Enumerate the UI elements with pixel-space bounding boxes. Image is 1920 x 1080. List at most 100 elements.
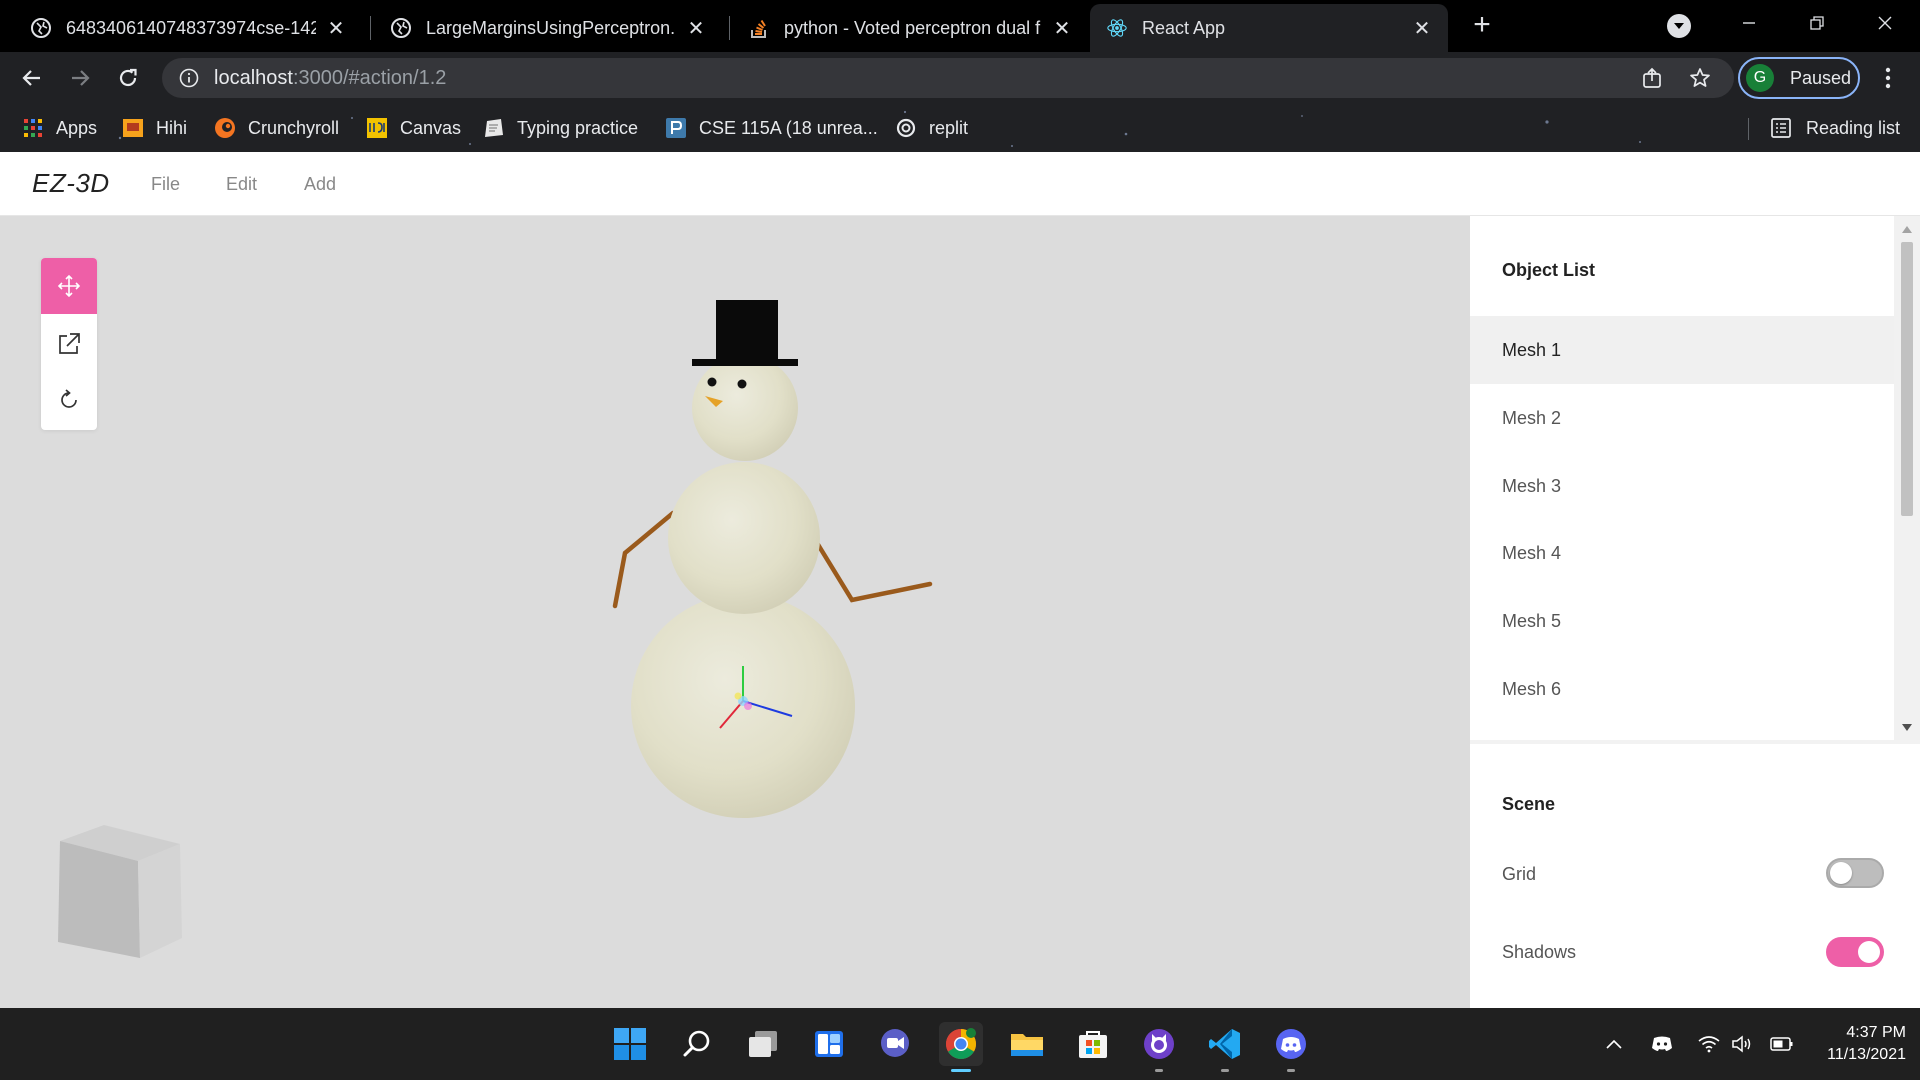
tab-react-app[interactable]: React App ✕ — [1090, 4, 1448, 52]
bookmark-replit[interactable]: replit — [895, 114, 968, 142]
forward-arrow-icon[interactable] — [64, 62, 96, 94]
github-desktop-button[interactable] — [1137, 1022, 1181, 1072]
object-list-item[interactable]: Mesh 1 — [1470, 316, 1894, 384]
close-tab-icon[interactable]: ✕ — [1050, 16, 1074, 40]
show-hidden-icons-chevron-icon[interactable] — [1602, 1032, 1626, 1056]
close-tab-icon[interactable]: ✕ — [1410, 16, 1434, 40]
view-orientation-cube[interactable] — [58, 825, 182, 958]
object-list-scrollbar[interactable] — [1894, 216, 1920, 740]
start-button[interactable] — [608, 1022, 652, 1066]
vscode-button[interactable] — [1203, 1022, 1247, 1072]
3d-viewport[interactable] — [0, 216, 1470, 1008]
object-list-item[interactable]: Mesh 4 — [1470, 519, 1894, 587]
file-explorer-button[interactable] — [1005, 1022, 1049, 1066]
browser-toolbar: localhost:3000/#action/1.2 G Paused — [0, 52, 1920, 104]
chrome-taskbar-button[interactable] — [939, 1022, 983, 1072]
tab-perceptron-pdf[interactable]: LargeMarginsUsingPerceptron.pdf ✕ — [362, 4, 722, 52]
crunchyroll-icon — [214, 117, 236, 139]
object-list-item[interactable]: Mesh 2 — [1470, 384, 1894, 452]
app-header: EZ-3D File Edit Add — [0, 152, 1920, 216]
widgets-icon — [815, 1031, 843, 1057]
typing-practice-icon — [483, 117, 505, 139]
grid-toggle[interactable] — [1826, 858, 1884, 888]
menu-file[interactable]: File — [151, 174, 180, 195]
object-list-item[interactable]: Mesh 6 — [1470, 655, 1894, 723]
snowman-head-sphere[interactable] — [692, 355, 798, 461]
rotate-tool-button[interactable] — [41, 372, 97, 428]
ez3d-app: EZ-3D File Edit Add Object List Mesh 1 M… — [0, 152, 1920, 1008]
tab-title: LargeMarginsUsingPerceptron.pdf — [426, 17, 676, 38]
snowman-right-arm[interactable] — [811, 535, 933, 603]
piazza-icon — [665, 117, 687, 139]
side-panel: Object List Mesh 1 Mesh 2 Mesh 3 Mesh 4 … — [1470, 216, 1920, 1008]
object-list-item[interactable]: Mesh 3 — [1470, 452, 1894, 520]
site-info-icon[interactable] — [178, 67, 200, 89]
back-arrow-icon[interactable] — [16, 62, 48, 94]
react-logo-icon — [1106, 17, 1128, 39]
shadows-toggle[interactable] — [1826, 937, 1884, 967]
close-tab-icon[interactable]: ✕ — [684, 16, 708, 40]
widgets-button[interactable] — [807, 1022, 851, 1066]
avatar: G — [1746, 64, 1774, 92]
bookmark-crunchyroll[interactable]: Crunchyroll — [214, 114, 339, 142]
snowman-eye — [737, 379, 747, 389]
object-list-title: Object List — [1502, 260, 1596, 280]
bookmarks-bar: Apps Hihi Crunchyroll Canvas Typing prac… — [0, 104, 1920, 152]
clock-date: 11/13/2021 — [1827, 1046, 1906, 1063]
profile-status: Paused — [1790, 67, 1852, 88]
address-bar[interactable]: localhost:3000/#action/1.2 — [162, 58, 1734, 98]
new-tab-plus-icon[interactable]: + — [1468, 10, 1496, 40]
window-close-icon[interactable] — [1860, 8, 1910, 38]
profile-button[interactable]: G Paused — [1738, 57, 1860, 99]
clock-time: 4:37 PM — [1846, 1024, 1906, 1041]
reload-icon[interactable] — [112, 62, 144, 94]
microsoft-store-button[interactable] — [1071, 1022, 1115, 1066]
menu-edit[interactable]: Edit — [226, 174, 257, 195]
reading-list-button[interactable]: Reading list — [1770, 114, 1900, 142]
scroll-up-arrow-icon[interactable] — [1902, 226, 1912, 233]
bookmark-apps[interactable]: Apps — [22, 114, 97, 142]
bookmark-cse115a[interactable]: CSE 115A (18 unrea... — [665, 114, 878, 142]
bookmark-hihi[interactable]: Hihi — [122, 114, 187, 142]
object-list-item[interactable]: Mesh 5 — [1470, 587, 1894, 655]
scroll-down-arrow-icon[interactable] — [1902, 724, 1912, 731]
tab-title: python - Voted perceptron dual f — [784, 17, 1041, 38]
teams-chat-button[interactable] — [873, 1022, 917, 1066]
volume-icon[interactable] — [1730, 1032, 1754, 1056]
taskbar-search[interactable] — [675, 1022, 719, 1066]
bookmark-label: Hihi — [156, 117, 188, 138]
system-clock[interactable]: 4:37 PM 11/13/2021 — [1810, 1022, 1906, 1066]
snowman-left-arm[interactable] — [612, 510, 676, 609]
toggle-knob — [1830, 862, 1852, 884]
bookmark-favicon-icon — [122, 117, 144, 139]
snowman-middle-sphere[interactable] — [668, 462, 820, 614]
windows-taskbar: 4:37 PM 11/13/2021 — [0, 1008, 1920, 1080]
discord-button[interactable] — [1269, 1022, 1313, 1072]
more-menu-icon[interactable] — [1876, 64, 1900, 92]
scrollbar-thumb[interactable] — [1901, 242, 1913, 516]
minimize-icon[interactable] — [1724, 8, 1774, 38]
globe-icon — [30, 17, 52, 39]
app-logo[interactable]: EZ-3D — [32, 168, 110, 199]
tab-cse142[interactable]: 6483406140748373974cse-142-m ✕ — [0, 4, 362, 52]
close-tab-icon[interactable]: ✕ — [324, 16, 348, 40]
move-tool-button[interactable] — [41, 258, 97, 314]
menu-add[interactable]: Add — [304, 174, 336, 195]
scale-tool-button[interactable] — [41, 316, 97, 372]
bookmark-canvas[interactable]: Canvas — [366, 114, 461, 142]
file-explorer-icon — [1011, 1034, 1043, 1056]
reading-list-icon — [1771, 118, 1791, 138]
tab-stackoverflow[interactable]: python - Voted perceptron dual f ✕ — [722, 4, 1088, 52]
wifi-icon[interactable] — [1697, 1032, 1721, 1056]
discord-tray-icon[interactable] — [1650, 1032, 1674, 1056]
object-list-panel: Object List Mesh 1 Mesh 2 Mesh 3 Mesh 4 … — [1470, 216, 1894, 740]
restore-icon[interactable] — [1792, 8, 1842, 38]
snowman-top-hat[interactable] — [692, 300, 798, 366]
bookmark-star-icon[interactable] — [1688, 66, 1712, 90]
bookmark-typing-practice[interactable]: Typing practice — [483, 114, 638, 142]
tab-search-icon[interactable] — [1667, 14, 1691, 38]
task-view-icon — [749, 1031, 777, 1057]
share-icon[interactable] — [1640, 66, 1664, 90]
battery-icon[interactable] — [1770, 1032, 1794, 1056]
task-view-button[interactable] — [741, 1022, 785, 1066]
